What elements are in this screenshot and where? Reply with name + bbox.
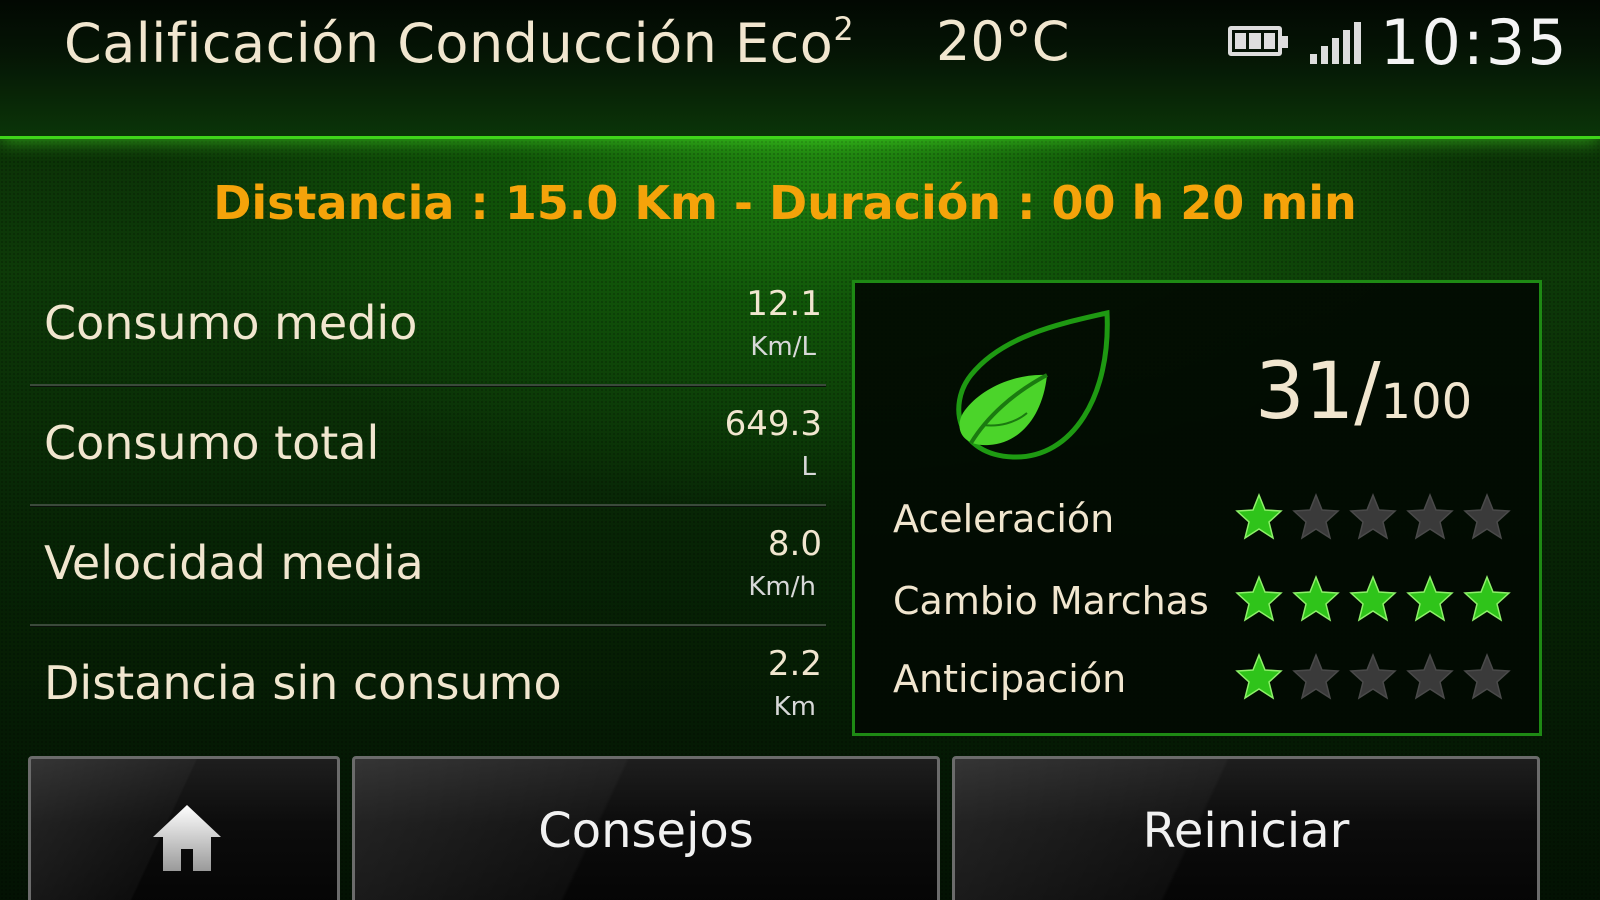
star-rating [1235,493,1511,541]
eco-score-max: 100 [1380,374,1473,430]
star-filled-icon [1406,575,1454,622]
reset-button-label: Reiniciar [1142,803,1350,859]
battery-icon [1228,26,1288,56]
star-rating [1235,653,1511,701]
rating-row-anticipation: Anticipación [893,649,1523,709]
metric-unit: L [801,452,817,482]
metric-value: 12.1 [746,284,822,324]
metric-row-total-consumption: Consumo total 649.3 L [30,386,826,506]
home-icon [153,805,221,871]
leaf-icon [956,309,1110,460]
metric-label: Distancia sin consumo [44,656,562,710]
metrics-list: Consumo medio 12.1 Km/L Consumo total 64… [30,266,826,744]
star-empty-icon [1292,493,1340,540]
page-title-text: Calificación Conducción Eco [64,12,834,75]
home-button[interactable] [28,756,340,900]
rating-row-gear-change: Cambio Marchas [893,571,1523,631]
rating-label: Aceleración [893,497,1115,541]
star-filled-icon [1235,493,1283,540]
trip-summary: Distancia : 15.0 Km - Duración : 00 h 20… [213,176,1357,230]
metric-value: 8.0 [767,524,822,564]
page-title-superscript: 2 [833,10,855,48]
star-filled-icon [1235,575,1283,622]
metric-unit: Km [773,692,816,722]
eco-score-separator: / [1354,347,1381,437]
metric-row-distance-without-consumption: Distancia sin consumo 2.2 Km [30,626,826,744]
tips-button[interactable]: Consejos [352,756,940,900]
star-filled-icon [1463,575,1511,622]
eco-score-value: 31 [1255,347,1355,437]
eco-score-panel: 31/100 Aceleración Cambio Marchas Antici… [852,280,1542,736]
eco-driving-screen: Calificación Conducción Eco2 20°C 10:35 … [0,0,1600,900]
metric-row-average-speed: Velocidad media 8.0 Km/h [30,506,826,626]
clock: 10:35 [1380,6,1569,79]
metric-label: Consumo total [44,416,380,470]
tips-button-label: Consejos [538,803,754,859]
page-title: Calificación Conducción Eco2 [64,10,854,75]
metric-row-average-consumption: Consumo medio 12.1 Km/L [30,266,826,386]
reset-button[interactable]: Reiniciar [952,756,1540,900]
metric-unit: Km/h [748,572,816,602]
star-empty-icon [1349,493,1397,540]
rating-label: Anticipación [893,657,1127,701]
star-empty-icon [1406,493,1454,540]
metric-value: 649.3 [724,404,822,444]
star-rating [1235,575,1511,623]
signal-strength-icon [1310,22,1366,64]
metric-unit: Km/L [750,332,816,362]
star-filled-icon [1235,653,1283,700]
metric-label: Consumo medio [44,296,418,350]
star-empty-icon [1292,653,1340,700]
header-bar: Calificación Conducción Eco2 20°C 10:35 [0,0,1600,139]
metric-label: Velocidad media [44,536,424,590]
eco-score: 31/100 [1255,347,1472,437]
star-empty-icon [1463,653,1511,700]
star-filled-icon [1349,575,1397,622]
rating-row-acceleration: Aceleración [893,489,1523,549]
star-empty-icon [1349,653,1397,700]
metric-value: 2.2 [767,644,822,684]
temperature-readout: 20°C [936,10,1070,73]
rating-label: Cambio Marchas [893,579,1209,623]
star-empty-icon [1463,493,1511,540]
star-empty-icon [1406,653,1454,700]
star-filled-icon [1292,575,1340,622]
